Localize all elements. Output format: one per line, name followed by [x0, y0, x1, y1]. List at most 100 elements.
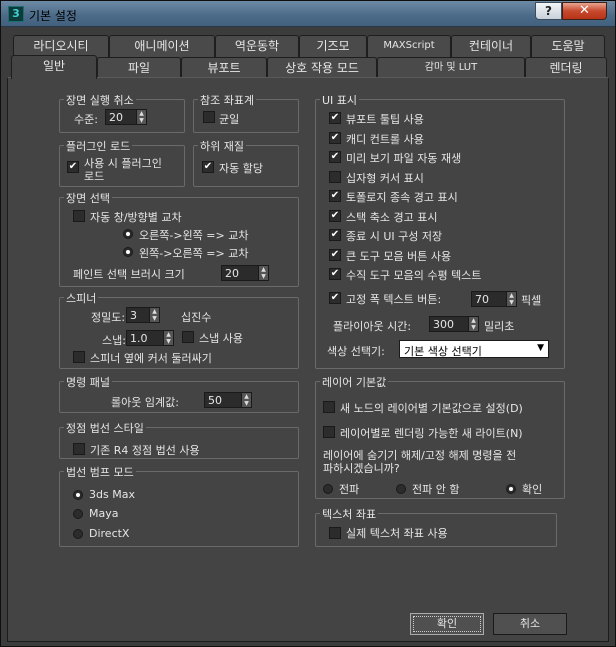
ui-display-label: 수직 도구 모음의 수평 텍스트 [346, 269, 482, 282]
group-title: 명령 패널 [64, 374, 112, 390]
legacy-r4-normal-checkbox[interactable] [73, 443, 85, 455]
pixel-label: 픽셀 [521, 294, 542, 307]
ui-display-checkbox[interactable]: ✔ [329, 249, 341, 261]
auto-assign-checkbox[interactable]: ✔ [202, 161, 214, 173]
undo-level-spinner[interactable]: 20 ▲ ▼ [105, 109, 147, 125]
millisecond-label: 밀리초 [484, 320, 515, 333]
tab-gamma-lut[interactable]: 감마 및 LUT [377, 57, 525, 79]
real-texture-coord-checkbox[interactable] [329, 527, 341, 539]
undo-level-label: 수준: [74, 113, 98, 126]
use-snap-label: 스냅 사용 [199, 332, 243, 345]
ui-display-label: 십자형 커서 표시 [346, 172, 424, 185]
rollout-threshold-spinner[interactable]: 50 ▲ ▼ [204, 392, 252, 408]
right-to-left-radio[interactable] [123, 229, 133, 239]
ui-display-checkbox[interactable]: ✔ [329, 132, 341, 144]
tab-files[interactable]: 파일 [97, 57, 181, 79]
auto-cross-checkbox[interactable] [73, 210, 85, 222]
real-texture-coord-label: 실제 텍스처 좌표 사용 [346, 527, 448, 540]
window-title: 기본 설정 [29, 9, 77, 23]
color-picker-dropdown[interactable]: 기본 색상 선택기 ▼ [399, 340, 549, 358]
spinner-arrows-icon[interactable]: ▲ ▼ [241, 393, 251, 407]
ui-display-checkbox[interactable]: ✔ [329, 268, 341, 280]
ui-display-label: 뷰포트 툴팁 사용 [346, 113, 424, 126]
spinner-arrows-icon[interactable]: ▲ ▼ [163, 331, 173, 345]
help-button[interactable]: ? [535, 2, 562, 20]
command-panel-group: 명령 패널 [59, 374, 299, 413]
tab-container[interactable]: 컨테이너 [451, 35, 531, 57]
uniform-checkbox[interactable] [203, 111, 215, 123]
load-on-use-label-2: 로드 [84, 170, 105, 183]
group-title: 텍스처 좌표 [320, 506, 379, 522]
group-title: 플러그인 로드 [64, 138, 133, 154]
node-layer-default-label: 새 노드의 레이어별 기본값으로 설정(D) [340, 402, 523, 415]
bump-maya-radio[interactable] [73, 509, 83, 519]
legacy-r4-normal-label: 기존 R4 정점 법선 사용 [90, 444, 200, 457]
tab-radiosity[interactable]: 라디오시티 [13, 35, 109, 57]
ask-label: 확인 [522, 483, 543, 496]
bump-directx-label: DirectX [89, 527, 130, 540]
tab-viewports[interactable]: 뷰포트 [181, 57, 267, 79]
rollout-threshold-label: 롤아웃 임계값: [111, 396, 179, 409]
ui-display-label: 토폴로지 종속 경고 표시 [346, 191, 458, 204]
precision-label: 정밀도: [91, 311, 126, 324]
propagate-label: 전파 [339, 483, 360, 496]
fixed-width-spinner[interactable]: 70 ▲ ▼ [471, 291, 517, 307]
ui-display-checkbox[interactable]: ✔ [329, 210, 341, 222]
bump-directx-radio[interactable] [73, 529, 83, 539]
bump-maya-label: Maya [89, 507, 119, 520]
app-icon: 3 [8, 6, 24, 22]
load-on-use-checkbox[interactable]: ✔ [67, 161, 79, 173]
snap-label: 스냅: [102, 334, 126, 347]
spinner-arrows-icon[interactable]: ▲ ▼ [136, 110, 146, 124]
ui-display-checkbox[interactable]: ✔ [329, 112, 341, 124]
tab-animation[interactable]: 애니메이션 [109, 35, 215, 57]
ui-display-checkbox[interactable]: ✔ [329, 190, 341, 202]
ok-button[interactable]: 확인 [410, 613, 484, 635]
spinner-arrows-icon[interactable]: ▲ ▼ [149, 308, 159, 322]
tab-maxscript[interactable]: MAXScript [367, 35, 451, 57]
close-button[interactable]: ✕ [562, 2, 607, 20]
flyout-time-spinner[interactable]: 300 ▲ ▼ [429, 316, 479, 332]
ask-radio[interactable] [506, 484, 516, 494]
snap-spinner[interactable]: 1.0 ▲ ▼ [126, 330, 174, 346]
tab-general[interactable]: 일반 [11, 55, 97, 79]
title-bar: 3 기본 설정 ? ✕ [1, 1, 615, 27]
use-snap-checkbox[interactable] [182, 331, 194, 343]
node-layer-default-checkbox[interactable] [323, 401, 335, 413]
cancel-button[interactable]: 취소 [493, 613, 567, 635]
tab-rendering[interactable]: 렌더링 [525, 57, 607, 79]
ui-display-checkbox[interactable]: ✔ [329, 229, 341, 241]
spinner-arrows-icon[interactable]: ▲ ▼ [468, 317, 478, 331]
auto-cross-label: 자동 창/방향별 교차 [90, 211, 182, 224]
ui-display-label: 종료 시 UI 구성 저장 [346, 230, 443, 243]
render-light-checkbox[interactable] [323, 426, 335, 438]
group-title: 법선 범프 모드 [64, 464, 136, 480]
tab-gizmo[interactable]: 기즈모 [299, 35, 367, 57]
bump-3dsmax-radio[interactable] [73, 490, 83, 500]
flyout-time-label: 플라이아웃 시간: [333, 320, 412, 333]
group-title: 참조 좌표계 [198, 92, 257, 108]
spinner-arrows-icon[interactable]: ▲ ▼ [506, 292, 516, 306]
ui-display-checkbox[interactable] [329, 171, 341, 183]
left-to-right-label: 왼쪽->오른쪽 => 교차 [139, 247, 249, 260]
wrap-cursor-checkbox[interactable] [73, 351, 85, 363]
preferences-dialog: 3 기본 설정 ? ✕ 라디오시티 애니메이션 역운동학 기즈모 MAXScri… [0, 0, 616, 647]
chevron-down-icon: ▼ [537, 343, 544, 353]
bump-3dsmax-label: 3ds Max [89, 488, 135, 501]
fixed-width-checkbox[interactable]: ✔ [329, 292, 341, 304]
spinner-arrows-icon[interactable]: ▲ ▼ [258, 266, 268, 280]
ui-display-checkbox[interactable]: ✔ [329, 151, 341, 163]
left-to-right-radio[interactable] [123, 247, 133, 257]
no-propagate-label: 전파 안 함 [412, 483, 460, 496]
tab-interaction-mode[interactable]: 상호 작용 모드 [267, 57, 377, 79]
group-title: 레이어 기본값 [320, 374, 389, 390]
brush-size-spinner[interactable]: 20 ▲ ▼ [221, 265, 269, 281]
no-propagate-radio[interactable] [396, 484, 406, 494]
group-title: 정점 법선 스타일 [64, 420, 146, 436]
propagate-radio[interactable] [323, 484, 333, 494]
ui-display-label: 스택 축소 경고 표시 [346, 211, 438, 224]
tab-inverse-kinematics[interactable]: 역운동학 [215, 35, 299, 57]
tab-help[interactable]: 도움말 [531, 35, 605, 57]
ui-display-label: 캐디 컨트롤 사용 [346, 133, 424, 146]
precision-spinner[interactable]: 3 ▲ ▼ [126, 307, 160, 323]
